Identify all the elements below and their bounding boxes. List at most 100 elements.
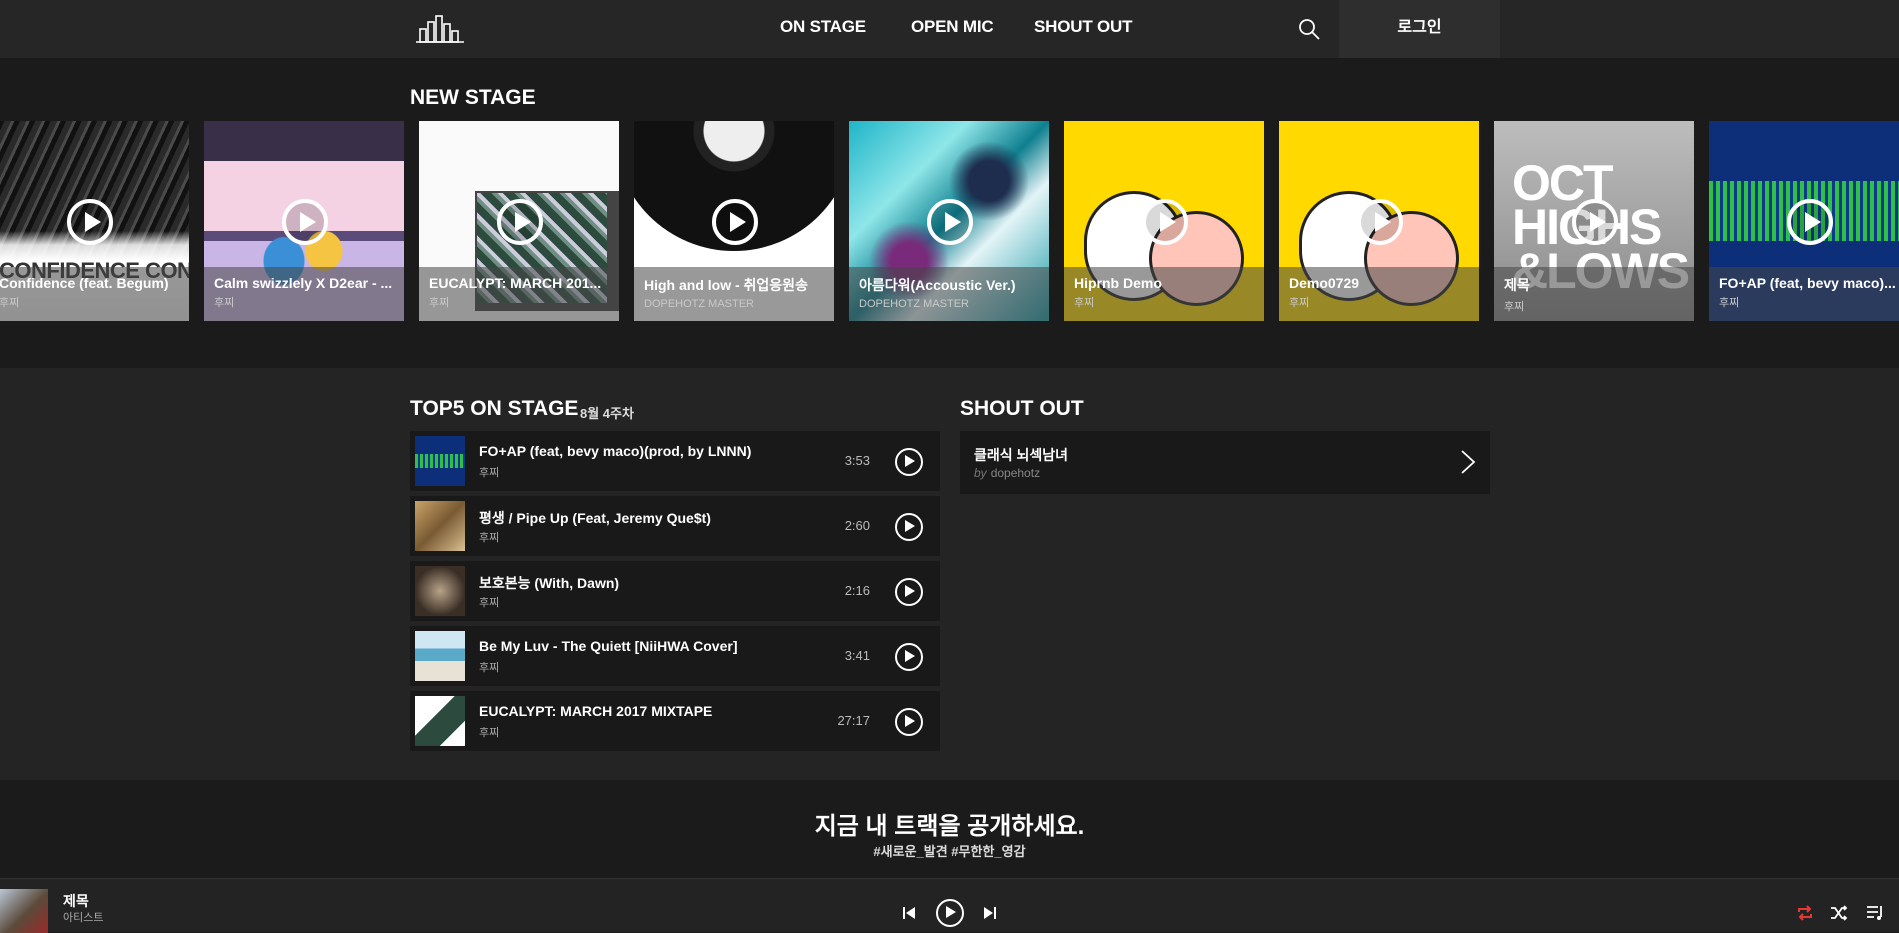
card-caption: EUCALYPT: MARCH 201... 후찌 bbox=[419, 267, 619, 321]
card-title: 제목 bbox=[1504, 277, 1530, 293]
play-icon[interactable] bbox=[895, 643, 923, 671]
play-icon[interactable] bbox=[1787, 199, 1833, 245]
card-artist: 후찌 bbox=[1504, 301, 1525, 313]
search-icon[interactable] bbox=[1297, 17, 1321, 41]
promo-banner: 지금 내 트랙을 공개하세요. #새로운_발견 #무한한_영감 bbox=[0, 780, 1899, 878]
top5-title: TOP5 ON STAGE bbox=[410, 397, 579, 420]
stage-card[interactable]: OCT HIGHS &LOWS 제목 후찌 bbox=[1494, 121, 1694, 321]
nav-shout-out[interactable]: SHOUT OUT bbox=[1034, 17, 1133, 37]
card-artist: 후찌 bbox=[1074, 297, 1095, 309]
card-title: Hiprnb Demo bbox=[1074, 275, 1162, 291]
track-artist: 후찌 bbox=[479, 597, 500, 609]
card-title: FO+AP (feat, bevy maco)... bbox=[1719, 275, 1896, 291]
track-artist: 후찌 bbox=[479, 727, 500, 739]
play-icon[interactable] bbox=[895, 448, 923, 476]
stage-card[interactable]: EUCALYPT: MARCH 201... 후찌 bbox=[419, 121, 619, 321]
main-content bbox=[0, 368, 1899, 780]
card-artist: DOPEHOTZ MASTER bbox=[859, 298, 970, 310]
track-row[interactable]: FO+AP (feat, bevy maco)(prod, by LNNN) 후… bbox=[410, 431, 940, 491]
track-title: EUCALYPT: MARCH 2017 MIXTAPE bbox=[479, 703, 713, 719]
nav-on-stage[interactable]: ON STAGE bbox=[780, 17, 866, 37]
card-artist: 후찌 bbox=[1719, 297, 1740, 309]
play-icon[interactable] bbox=[927, 199, 973, 245]
stage-card[interactable]: Calm swizzlely X D2ear - ... 후찌 bbox=[204, 121, 404, 321]
player-track-artist: 아티스트 bbox=[63, 912, 104, 924]
by-label: by bbox=[974, 466, 987, 480]
track-title: FO+AP (feat, bevy maco)(prod, by LNNN) bbox=[479, 443, 752, 459]
card-title: High and low - 취업응원송 bbox=[644, 277, 808, 293]
logo-icon[interactable] bbox=[415, 14, 465, 44]
card-caption: High and low - 취업응원송 DOPEHOTZ MASTER bbox=[634, 267, 834, 321]
track-thumbnail bbox=[415, 631, 465, 681]
shout-out-item[interactable]: 클래식 뇌섹남녀 by dopehotz bbox=[960, 431, 1490, 494]
nav-open-mic[interactable]: OPEN MIC bbox=[911, 17, 994, 37]
play-icon[interactable] bbox=[497, 199, 543, 245]
track-title: Be My Luv - The Quiett [NiiHWA Cover] bbox=[479, 638, 738, 654]
card-title: EUCALYPT: MARCH 201... bbox=[429, 275, 602, 291]
stage-card[interactable]: CONFIDENCE CONFIDENCE Confidence (feat. … bbox=[0, 121, 189, 321]
shout-out-title: SHOUT OUT bbox=[960, 397, 1084, 420]
track-thumbnail bbox=[415, 566, 465, 616]
card-caption: Calm swizzlely X D2ear - ... 후찌 bbox=[204, 267, 404, 321]
stage-card[interactable]: Demo0729 후찌 bbox=[1279, 121, 1479, 321]
stage-card[interactable]: Hiprnb Demo 후찌 bbox=[1064, 121, 1264, 321]
stage-card[interactable]: 아름다워(Accoustic Ver.) DOPEHOTZ MASTER bbox=[849, 121, 1049, 321]
track-row[interactable]: 평생 / Pipe Up (Feat, Jeremy Que$t) 후찌 2:6… bbox=[410, 496, 940, 556]
promo-title: 지금 내 트랙을 공개하세요. bbox=[814, 813, 1085, 840]
card-caption: Confidence (feat. Begum) 후찌 bbox=[0, 267, 189, 321]
skip-next-icon[interactable] bbox=[983, 906, 997, 920]
play-icon[interactable] bbox=[282, 199, 328, 245]
skip-previous-icon[interactable] bbox=[902, 906, 916, 920]
track-artist: 후찌 bbox=[479, 467, 500, 479]
stage-card[interactable]: High and low - 취업응원송 DOPEHOTZ MASTER bbox=[634, 121, 834, 321]
track-thumbnail bbox=[415, 501, 465, 551]
stage-card[interactable]: FO+AP (feat, bevy maco)... 후찌 bbox=[1709, 121, 1899, 321]
card-caption: FO+AP (feat, bevy maco)... 후찌 bbox=[1709, 267, 1899, 321]
card-artist: 후찌 bbox=[214, 297, 235, 309]
play-icon[interactable] bbox=[1572, 199, 1618, 245]
card-artist: 후찌 bbox=[429, 297, 450, 309]
play-icon[interactable] bbox=[936, 899, 964, 927]
playlist-icon[interactable] bbox=[1866, 904, 1884, 922]
track-row[interactable]: EUCALYPT: MARCH 2017 MIXTAPE 후찌 27:17 bbox=[410, 691, 940, 751]
player-album-art bbox=[0, 889, 48, 933]
track-title: 평생 / Pipe Up (Feat, Jeremy Que$t) bbox=[479, 510, 711, 526]
card-title: Calm swizzlely X D2ear - ... bbox=[214, 275, 393, 291]
shout-out-item-author: by dopehotz bbox=[974, 466, 1040, 480]
repeat-icon[interactable] bbox=[1796, 904, 1814, 922]
play-icon[interactable] bbox=[67, 199, 113, 245]
card-title: Confidence (feat. Begum) bbox=[0, 275, 169, 291]
login-button[interactable]: 로그인 bbox=[1339, 0, 1500, 58]
play-icon[interactable] bbox=[895, 513, 923, 541]
track-duration: 2:16 bbox=[844, 583, 870, 598]
card-caption: 제목 후찌 bbox=[1494, 267, 1694, 321]
author-name: dopehotz bbox=[990, 466, 1041, 480]
player-track-title: 제목 bbox=[63, 893, 89, 909]
track-duration: 2:60 bbox=[844, 518, 870, 533]
play-icon[interactable] bbox=[712, 199, 758, 245]
card-caption: 아름다워(Accoustic Ver.) DOPEHOTZ MASTER bbox=[849, 267, 1049, 321]
card-artist: 후찌 bbox=[0, 297, 20, 309]
track-duration: 3:41 bbox=[844, 648, 870, 663]
shuffle-icon[interactable] bbox=[1830, 904, 1848, 922]
card-caption: Hiprnb Demo 후찌 bbox=[1064, 267, 1264, 321]
play-icon[interactable] bbox=[1357, 199, 1403, 245]
new-stage-title: NEW STAGE bbox=[410, 86, 536, 109]
track-duration: 27:17 bbox=[837, 713, 870, 728]
play-icon[interactable] bbox=[895, 708, 923, 736]
play-icon[interactable] bbox=[1142, 199, 1188, 245]
chevron-right-icon[interactable] bbox=[1460, 449, 1476, 475]
track-row[interactable]: 보호본능 (With, Dawn) 후찌 2:16 bbox=[410, 561, 940, 621]
card-artist: DOPEHOTZ MASTER bbox=[644, 298, 755, 310]
card-artist: 후찌 bbox=[1289, 297, 1310, 309]
track-row[interactable]: Be My Luv - The Quiett [NiiHWA Cover] 후찌… bbox=[410, 626, 940, 686]
track-artist: 후찌 bbox=[479, 662, 500, 674]
shout-out-item-title: 클래식 뇌섹남녀 bbox=[974, 447, 1069, 463]
track-title: 보호본능 (With, Dawn) bbox=[479, 575, 620, 591]
track-thumbnail bbox=[415, 696, 465, 746]
player-bar: 제목 아티스트 bbox=[0, 878, 1899, 933]
card-title: Demo0729 bbox=[1289, 275, 1360, 291]
play-icon[interactable] bbox=[895, 578, 923, 606]
top5-week: 8월 4주차 bbox=[580, 406, 634, 421]
track-duration: 3:53 bbox=[844, 453, 870, 468]
